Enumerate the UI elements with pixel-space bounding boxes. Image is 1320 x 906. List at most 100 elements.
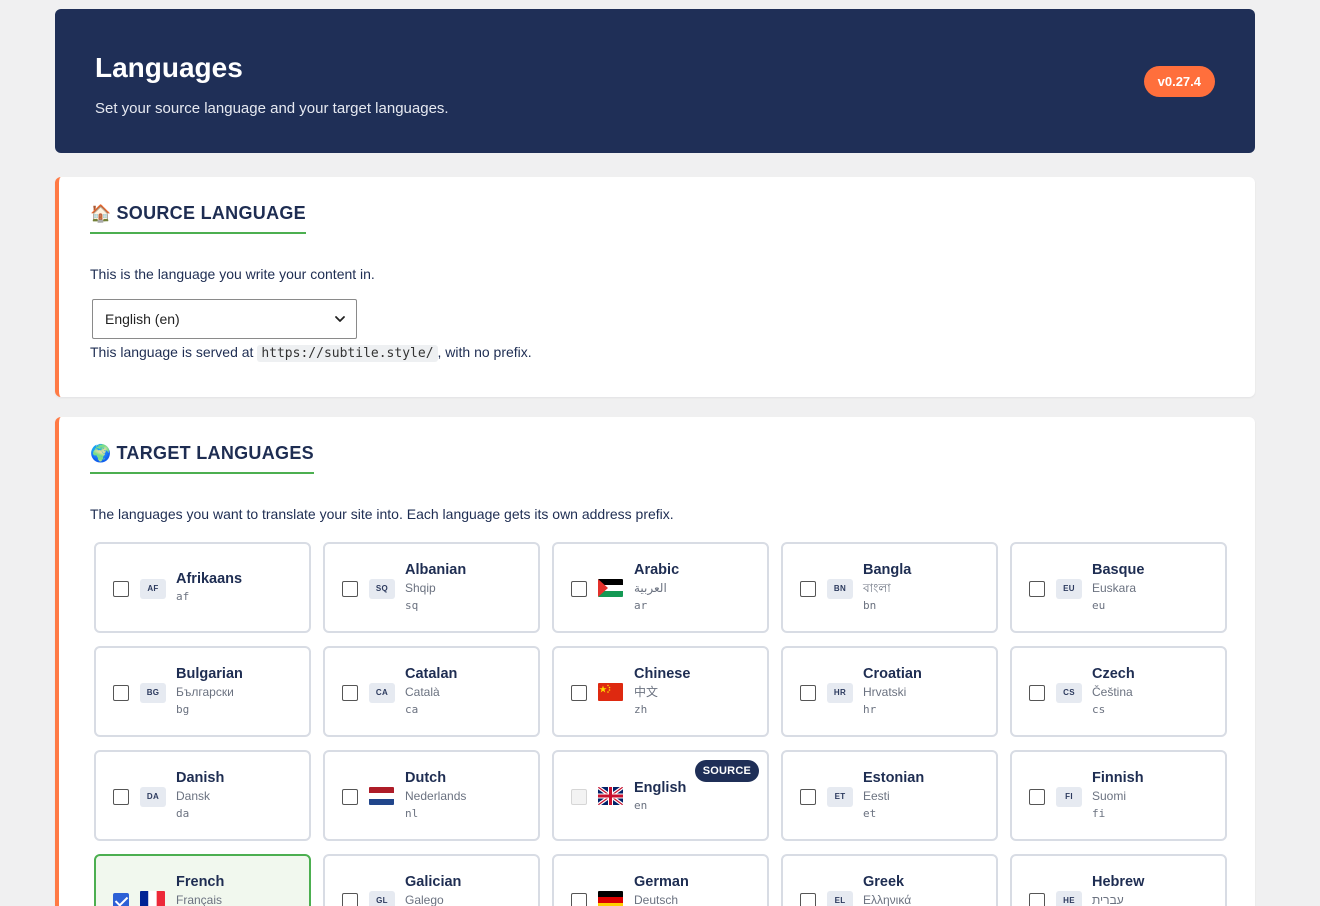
chevron-down-icon — [335, 316, 345, 322]
france-flag-icon — [140, 891, 165, 906]
language-name: Greek — [863, 874, 905, 890]
language-native-name: Suomi — [1092, 789, 1127, 803]
language-code: cs — [1092, 703, 1106, 716]
page-header: Languages Set your source language and y… — [55, 9, 1255, 153]
language-checkbox[interactable] — [342, 893, 358, 906]
page-subtitle: Set your source language and your target… — [95, 100, 449, 117]
language-checkbox[interactable] — [1029, 581, 1045, 597]
language-code: da — [176, 807, 190, 820]
language-code-badge: CA — [369, 683, 395, 703]
language-option-nl[interactable]: Dutch Nederlands nl — [323, 750, 540, 841]
language-option-en: English en SOURCE — [552, 750, 769, 841]
language-code: bn — [863, 599, 877, 612]
language-code-badge: AF — [140, 579, 166, 599]
language-native-name: Galego — [405, 893, 444, 906]
language-checkbox[interactable] — [342, 789, 358, 805]
language-checkbox[interactable] — [113, 893, 129, 906]
language-code: nl — [405, 807, 419, 820]
language-name: Basque — [1092, 562, 1145, 578]
language-checkbox[interactable] — [800, 581, 816, 597]
language-checkbox[interactable] — [571, 685, 587, 701]
china-flag-icon — [598, 683, 623, 701]
language-name: Chinese — [634, 666, 691, 682]
language-checkbox[interactable] — [571, 581, 587, 597]
language-code-badge: BG — [140, 683, 166, 703]
language-option-af[interactable]: AF Afrikaans af — [94, 542, 311, 633]
language-option-he[interactable]: HEHebrewעבריתhe — [1010, 854, 1227, 906]
target-section-title: 🌍 TARGET LANGUAGES — [90, 442, 314, 474]
language-option-ca[interactable]: CA Catalan Català ca — [323, 646, 540, 737]
language-checkbox[interactable] — [800, 789, 816, 805]
language-name: Arabic — [634, 562, 680, 578]
served-info: This language is served at https://subti… — [90, 344, 532, 362]
germany-flag-icon — [598, 891, 623, 906]
language-checkbox[interactable] — [1029, 789, 1045, 805]
language-code-badge: FI — [1056, 787, 1082, 807]
language-checkbox[interactable] — [113, 789, 129, 805]
language-checkbox[interactable] — [1029, 685, 1045, 701]
language-code: en — [634, 799, 648, 812]
language-code-badge: DA — [140, 787, 166, 807]
source-language-value: English (en) — [105, 311, 180, 327]
language-code-badge: CS — [1056, 683, 1082, 703]
language-name: English — [634, 780, 687, 796]
language-name: Galician — [405, 874, 462, 890]
language-code: et — [863, 807, 877, 820]
language-option-sq[interactable]: SQ Albanian Shqip sq — [323, 542, 540, 633]
language-option-de[interactable]: GermanDeutschde — [552, 854, 769, 906]
language-name: German — [634, 874, 689, 890]
source-badge: SOURCE — [694, 760, 759, 782]
language-code-badge: EL — [827, 891, 853, 906]
language-code-badge: HR — [827, 683, 853, 703]
language-code: eu — [1092, 599, 1106, 612]
source-description: This is the language you write your cont… — [90, 266, 375, 282]
language-checkbox[interactable] — [113, 685, 129, 701]
language-native-name: 中文 — [634, 685, 659, 699]
language-option-ar[interactable]: Arabic العربية ar — [552, 542, 769, 633]
language-checkbox[interactable] — [113, 581, 129, 597]
language-code: sq — [405, 599, 419, 612]
language-native-name: Euskara — [1092, 581, 1137, 595]
language-option-bn[interactable]: BN Bangla বাংলা bn — [781, 542, 998, 633]
language-option-el[interactable]: ELGreekΕλληνικάel — [781, 854, 998, 906]
language-name: Hebrew — [1092, 874, 1145, 890]
language-option-cs[interactable]: CS Czech Čeština cs — [1010, 646, 1227, 737]
language-code-badge: ET — [827, 787, 853, 807]
netherlands-flag-icon — [369, 787, 394, 805]
language-option-gl[interactable]: GLGalicianGalegogl — [323, 854, 540, 906]
language-code: hr — [863, 703, 877, 716]
language-option-et[interactable]: ET Estonian Eesti et — [781, 750, 998, 841]
language-checkbox[interactable] — [342, 685, 358, 701]
source-section-title: 🏠 SOURCE LANGUAGE — [90, 202, 306, 234]
language-checkbox[interactable] — [800, 893, 816, 906]
language-native-name: Ελληνικά — [863, 893, 912, 906]
language-option-fi[interactable]: FI Finnish Suomi fi — [1010, 750, 1227, 841]
language-name: Croatian — [863, 666, 922, 682]
language-code-badge: GL — [369, 891, 395, 906]
source-language-select[interactable]: English (en) — [92, 299, 357, 339]
language-checkbox[interactable] — [342, 581, 358, 597]
source-language-card: 🏠 SOURCE LANGUAGE This is the language yo… — [55, 177, 1255, 397]
language-option-eu[interactable]: EU Basque Euskara eu — [1010, 542, 1227, 633]
language-native-name: Dansk — [176, 789, 211, 803]
target-languages-card: 🌍 TARGET LANGUAGES The languages you want… — [55, 417, 1255, 906]
language-native-name: Hrvatski — [863, 685, 907, 699]
language-option-bg[interactable]: BG Bulgarian Български bg — [94, 646, 311, 737]
language-name: Dutch — [405, 770, 447, 786]
language-checkbox[interactable] — [800, 685, 816, 701]
language-option-hr[interactable]: HR Croatian Hrvatski hr — [781, 646, 998, 737]
language-option-zh[interactable]: Chinese 中文 zh — [552, 646, 769, 737]
language-option-fr[interactable]: FrenchFrançaisfr — [94, 854, 311, 906]
language-checkbox[interactable] — [1029, 893, 1045, 906]
language-code-badge: SQ — [369, 579, 395, 599]
language-option-da[interactable]: DA Danish Dansk da — [94, 750, 311, 841]
language-code: zh — [634, 703, 648, 716]
language-code: fi — [1092, 807, 1106, 820]
language-name: Danish — [176, 770, 225, 786]
language-native-name: Eesti — [863, 789, 890, 803]
language-native-name: Čeština — [1092, 685, 1133, 699]
language-native-name: עברית — [1092, 893, 1124, 906]
language-native-name: বাংলা — [863, 581, 891, 595]
language-checkbox[interactable] — [571, 893, 587, 906]
language-name: Czech — [1092, 666, 1135, 682]
